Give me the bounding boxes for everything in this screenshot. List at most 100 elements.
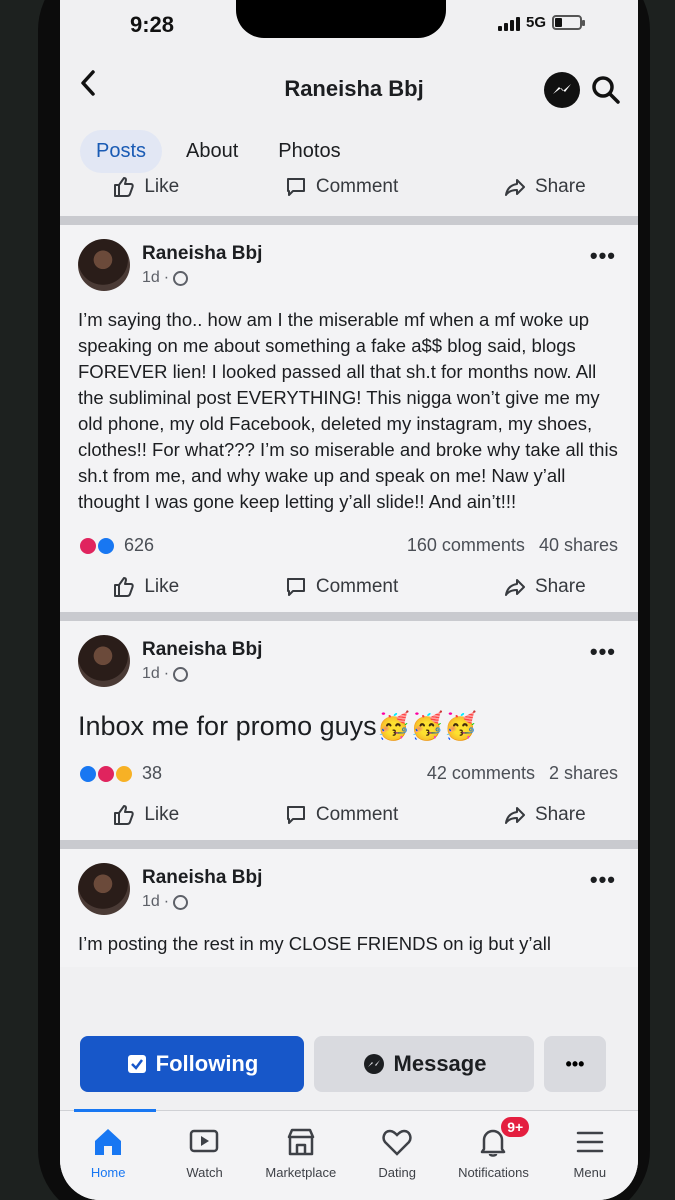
following-check-icon — [127, 1055, 146, 1073]
post-author[interactable]: Raneisha Bbj — [142, 867, 262, 889]
marketplace-icon — [287, 1128, 315, 1156]
comment-icon — [286, 806, 305, 824]
globe-icon — [173, 894, 189, 910]
post-card: Raneisha Bbj 1d · ••• I’m posting the res… — [60, 849, 638, 967]
watch-icon — [190, 1129, 219, 1153]
status-time: 9:28 — [130, 12, 175, 37]
comment-button[interactable]: Comment — [284, 575, 398, 599]
dating-icon — [382, 1129, 412, 1156]
more-button[interactable]: ••• — [544, 1036, 606, 1092]
avatar[interactable] — [78, 863, 130, 915]
more-options-icon[interactable]: ••• — [590, 243, 616, 269]
like-label: Like — [144, 804, 180, 825]
avatar[interactable] — [78, 635, 130, 687]
avatar[interactable] — [78, 239, 130, 291]
following-button[interactable]: Following — [80, 1036, 304, 1092]
post-stats: 38 42 comments 2 shares — [60, 753, 638, 790]
post-timestamp: 1d · — [142, 893, 262, 911]
comment-icon — [286, 178, 305, 196]
share-label: Share — [534, 176, 586, 197]
like-button[interactable]: Like — [112, 176, 179, 199]
search-icon[interactable] — [588, 72, 624, 108]
reaction-summary[interactable]: 626 — [78, 535, 154, 556]
reaction-count: 38 — [142, 763, 163, 783]
share-button[interactable]: Share — [503, 176, 586, 199]
signal-icon — [497, 15, 520, 31]
share-icon — [504, 579, 525, 596]
post-actions: Like Comment Share — [60, 562, 638, 612]
tab-about[interactable]: About — [170, 130, 254, 173]
comment-count[interactable]: 42 comments — [427, 763, 535, 784]
profile-action-buttons: Following Message ••• — [80, 1036, 618, 1092]
post-actions: Like Comment Share — [60, 790, 638, 840]
thumbs-up-icon — [114, 577, 135, 597]
message-button[interactable]: Message — [314, 1036, 534, 1092]
menu-icon — [576, 1131, 604, 1153]
profile-header: Raneisha Bbj — [60, 56, 638, 120]
more-options-icon[interactable]: ••• — [590, 639, 616, 665]
tab-label: Notifications — [458, 1165, 529, 1180]
post-card: Raneisha Bbj 1d · ••• I’m saying tho.. ho… — [60, 225, 638, 612]
tab-dating[interactable]: Dating — [349, 1111, 445, 1200]
tab-posts[interactable]: Posts — [80, 130, 163, 173]
share-icon — [504, 179, 525, 196]
post-timestamp: 1d · — [142, 665, 262, 683]
post-text: I’m posting the rest in my CLOSE FRIENDS… — [78, 933, 551, 954]
tab-label: Marketplace — [265, 1165, 337, 1180]
share-button[interactable]: Share — [503, 575, 586, 599]
post-divider — [60, 216, 638, 225]
comment-count[interactable]: 160 comments — [407, 535, 525, 556]
tab-notifications[interactable]: 9+ Notifications — [445, 1111, 541, 1200]
share-count[interactable]: 40 shares — [539, 535, 618, 556]
reaction-summary[interactable]: 38 — [78, 763, 162, 784]
post-stats: 626 160 comments 40 shares — [60, 525, 638, 562]
status-bar: 9:28 5G — [60, 0, 638, 50]
like-reaction-icon — [96, 535, 116, 556]
messenger-icon[interactable] — [544, 72, 580, 108]
network-type: 5G — [525, 14, 546, 31]
battery-icon — [552, 15, 585, 30]
share-count[interactable]: 2 shares — [549, 763, 618, 784]
post-card: Raneisha Bbj 1d · ••• Inbox me for promo … — [60, 621, 638, 840]
thumbs-up-icon — [114, 805, 135, 825]
share-button[interactable]: Share — [503, 803, 586, 827]
like-button[interactable]: Like — [112, 575, 179, 599]
tab-home[interactable]: Home — [60, 1111, 156, 1200]
tab-label: Watch — [186, 1165, 223, 1180]
reaction-count: 626 — [124, 535, 155, 555]
previous-post-actions: Like Comment Share — [60, 176, 638, 216]
comment-label: Comment — [315, 576, 399, 597]
globe-icon — [173, 270, 189, 286]
tab-label: Menu — [573, 1165, 607, 1180]
post-divider — [60, 840, 638, 849]
post-author[interactable]: Raneisha Bbj — [142, 639, 262, 661]
comment-icon — [286, 578, 305, 596]
messenger-icon — [363, 1054, 384, 1074]
post-divider — [60, 612, 638, 621]
tab-watch[interactable]: Watch — [156, 1111, 252, 1200]
love-reaction-icon — [78, 535, 98, 556]
post-text: I’m saying tho.. how am I the miserable … — [78, 309, 618, 512]
status-icons: 5G — [497, 14, 585, 31]
tab-marketplace[interactable]: Marketplace — [253, 1111, 349, 1200]
love-reaction-icon — [96, 763, 116, 784]
comment-button[interactable]: Comment — [284, 803, 398, 827]
post-author[interactable]: Raneisha Bbj — [142, 243, 262, 265]
tab-menu[interactable]: Menu — [542, 1111, 638, 1200]
share-label: Share — [534, 804, 586, 825]
globe-icon — [173, 666, 189, 682]
more-options-icon[interactable]: ••• — [590, 867, 616, 893]
tab-label: Home — [90, 1165, 126, 1180]
like-button[interactable]: Like — [112, 803, 179, 827]
like-reaction-icon — [78, 763, 98, 784]
like-label: Like — [144, 576, 180, 597]
message-label: Message — [393, 1051, 487, 1076]
post-timestamp: 1d · — [142, 269, 262, 287]
tab-photos[interactable]: Photos — [262, 130, 356, 173]
screen: 9:28 5G Raneisha Bbj Posts About Photos — [60, 0, 638, 1200]
home-icon — [95, 1129, 122, 1155]
haha-reaction-icon — [114, 763, 134, 784]
comment-label: Comment — [315, 804, 399, 825]
bottom-tab-bar: Home Watch Marketplace Dating 9+ Notific… — [60, 1109, 638, 1200]
comment-button[interactable]: Comment — [284, 176, 398, 199]
